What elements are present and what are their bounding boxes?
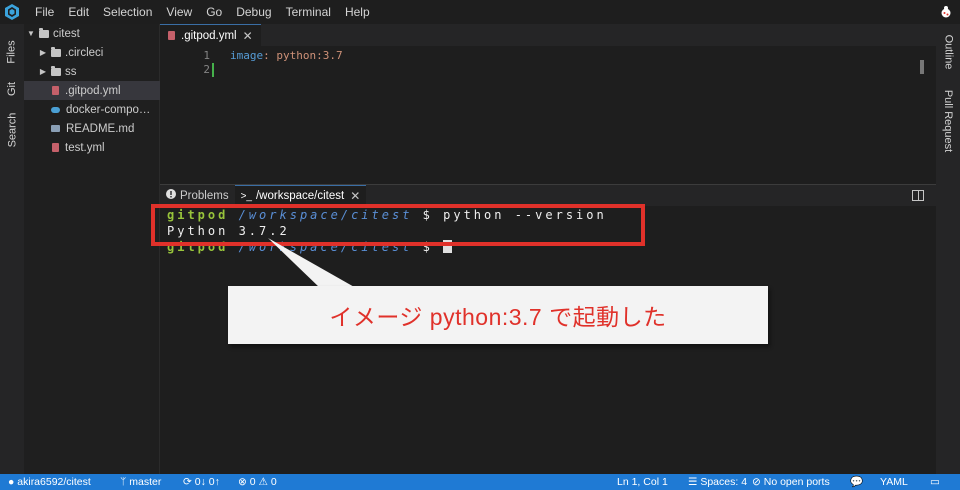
github-icon: ● (8, 476, 15, 488)
tree-item-label: citest (53, 27, 80, 40)
tree-item-label: test.yml (65, 141, 105, 154)
error-icon: ⊗ (238, 476, 247, 488)
tab-gitpod-yml[interactable]: .gitpod.yml ✕ (160, 24, 261, 46)
problems-status[interactable]: ⊗ 0 ⚠ 0 (238, 474, 277, 490)
code-editor[interactable]: 1 image: python:3.7 2 (160, 46, 936, 183)
chevron-right-icon: ▶ (39, 67, 47, 76)
right-activity-bar: Outline Pull Request (936, 24, 960, 474)
tree-item-label: .circleci (65, 46, 104, 59)
no-ports-icon: ⊘ (752, 476, 761, 488)
tree-folder-ss[interactable]: ▶ ss (24, 62, 160, 81)
yaml-file-icon (52, 86, 59, 95)
yaml-file-icon (168, 31, 175, 40)
folder-icon (51, 46, 61, 57)
tab-label: .gitpod.yml (181, 29, 237, 42)
tab-pull-request[interactable]: Pull Request (936, 86, 960, 156)
tree-item-label: ss (65, 65, 77, 78)
annotation-callout: イメージ python:3.7 で起動した (228, 286, 768, 344)
sync-icon: ⟳ (183, 476, 192, 488)
menu-terminal[interactable]: Terminal (279, 0, 338, 24)
panel-tab-bar: Problems >_ /workspace/citest ✕ (160, 184, 936, 207)
tree-file-docker-compose[interactable]: docker-compo… (24, 100, 160, 119)
git-added-marker (212, 63, 214, 77)
tree-file-gitpod-yml[interactable]: .gitpod.yml (24, 81, 160, 100)
tree-file-test-yml[interactable]: test.yml (24, 138, 160, 157)
highlight-annotation (151, 204, 645, 246)
ports-status[interactable]: ⊘ No open ports (752, 474, 830, 490)
close-icon[interactable]: ✕ (243, 29, 253, 43)
menu-edit[interactable]: Edit (61, 0, 96, 24)
left-activity-bar: Files Git Search (0, 24, 24, 474)
tree-item-label: docker-compo… (66, 103, 151, 116)
chat-icon[interactable]: 💬 (850, 474, 863, 490)
code-line: image: python:3.7 (230, 49, 343, 62)
split-panel-icon[interactable] (912, 190, 924, 201)
git-branch-icon: ᛘ (120, 476, 127, 488)
editor-scrollbar[interactable] (920, 60, 924, 74)
chevron-down-icon: ▼ (27, 29, 35, 38)
terminal-icon: >_ (240, 190, 252, 202)
menu-selection[interactable]: Selection (96, 0, 159, 24)
tab-files[interactable]: Files (0, 32, 24, 72)
tab-outline[interactable]: Outline (936, 30, 960, 74)
status-bar: ● akira6592/citest ᛘ master ⟳ 0↓ 0↑ ⊗ 0 … (0, 474, 960, 490)
layout-icon[interactable]: ▭ (930, 474, 940, 490)
tab-git[interactable]: Git (0, 76, 24, 102)
tree-folder-circleci[interactable]: ▶ .circleci (24, 43, 160, 62)
menu-view[interactable]: View (159, 0, 199, 24)
info-circle-icon (166, 189, 176, 202)
menu-bar: File Edit Selection View Go Debug Termin… (0, 0, 960, 24)
menu-debug[interactable]: Debug (229, 0, 278, 24)
bug-report-icon[interactable] (936, 2, 956, 22)
cursor-position[interactable]: Ln 1, Col 1 (617, 474, 668, 490)
menu-help[interactable]: Help (338, 0, 377, 24)
language-mode[interactable]: YAML (880, 474, 908, 490)
close-icon[interactable]: ✕ (350, 189, 360, 203)
branch-status[interactable]: ᛘ master (120, 474, 161, 490)
tab-search[interactable]: Search (0, 106, 24, 154)
tree-folder-citest[interactable]: ▼ citest (24, 24, 160, 43)
folder-icon (39, 27, 49, 38)
docker-file-icon (51, 106, 60, 113)
indent-status[interactable]: ☰ Spaces: 4 (688, 474, 747, 490)
chevron-right-icon: ▶ (39, 48, 47, 57)
tree-file-readme[interactable]: README.md (24, 119, 160, 138)
spaces-icon: ☰ (688, 476, 698, 488)
tree-item-label: .gitpod.yml (65, 84, 121, 97)
callout-text: イメージ python:3.7 で起動した (329, 304, 667, 330)
menu-file[interactable]: File (28, 0, 61, 24)
yaml-file-icon (52, 143, 59, 152)
editor-tab-bar: .gitpod.yml ✕ (160, 24, 936, 46)
sync-status[interactable]: ⟳ 0↓ 0↑ (183, 474, 220, 490)
tree-item-label: README.md (66, 122, 135, 135)
repo-status[interactable]: ● akira6592/citest (8, 474, 91, 490)
folder-icon (51, 65, 61, 76)
line-number: 2 (203, 63, 210, 76)
gitpod-logo-icon (0, 0, 24, 24)
file-explorer: ▼ citest ▶ .circleci ▶ ss .gitpod.yml do… (24, 24, 160, 474)
markdown-file-icon (51, 125, 60, 132)
menu-go[interactable]: Go (199, 0, 229, 24)
line-number: 1 (203, 49, 210, 62)
